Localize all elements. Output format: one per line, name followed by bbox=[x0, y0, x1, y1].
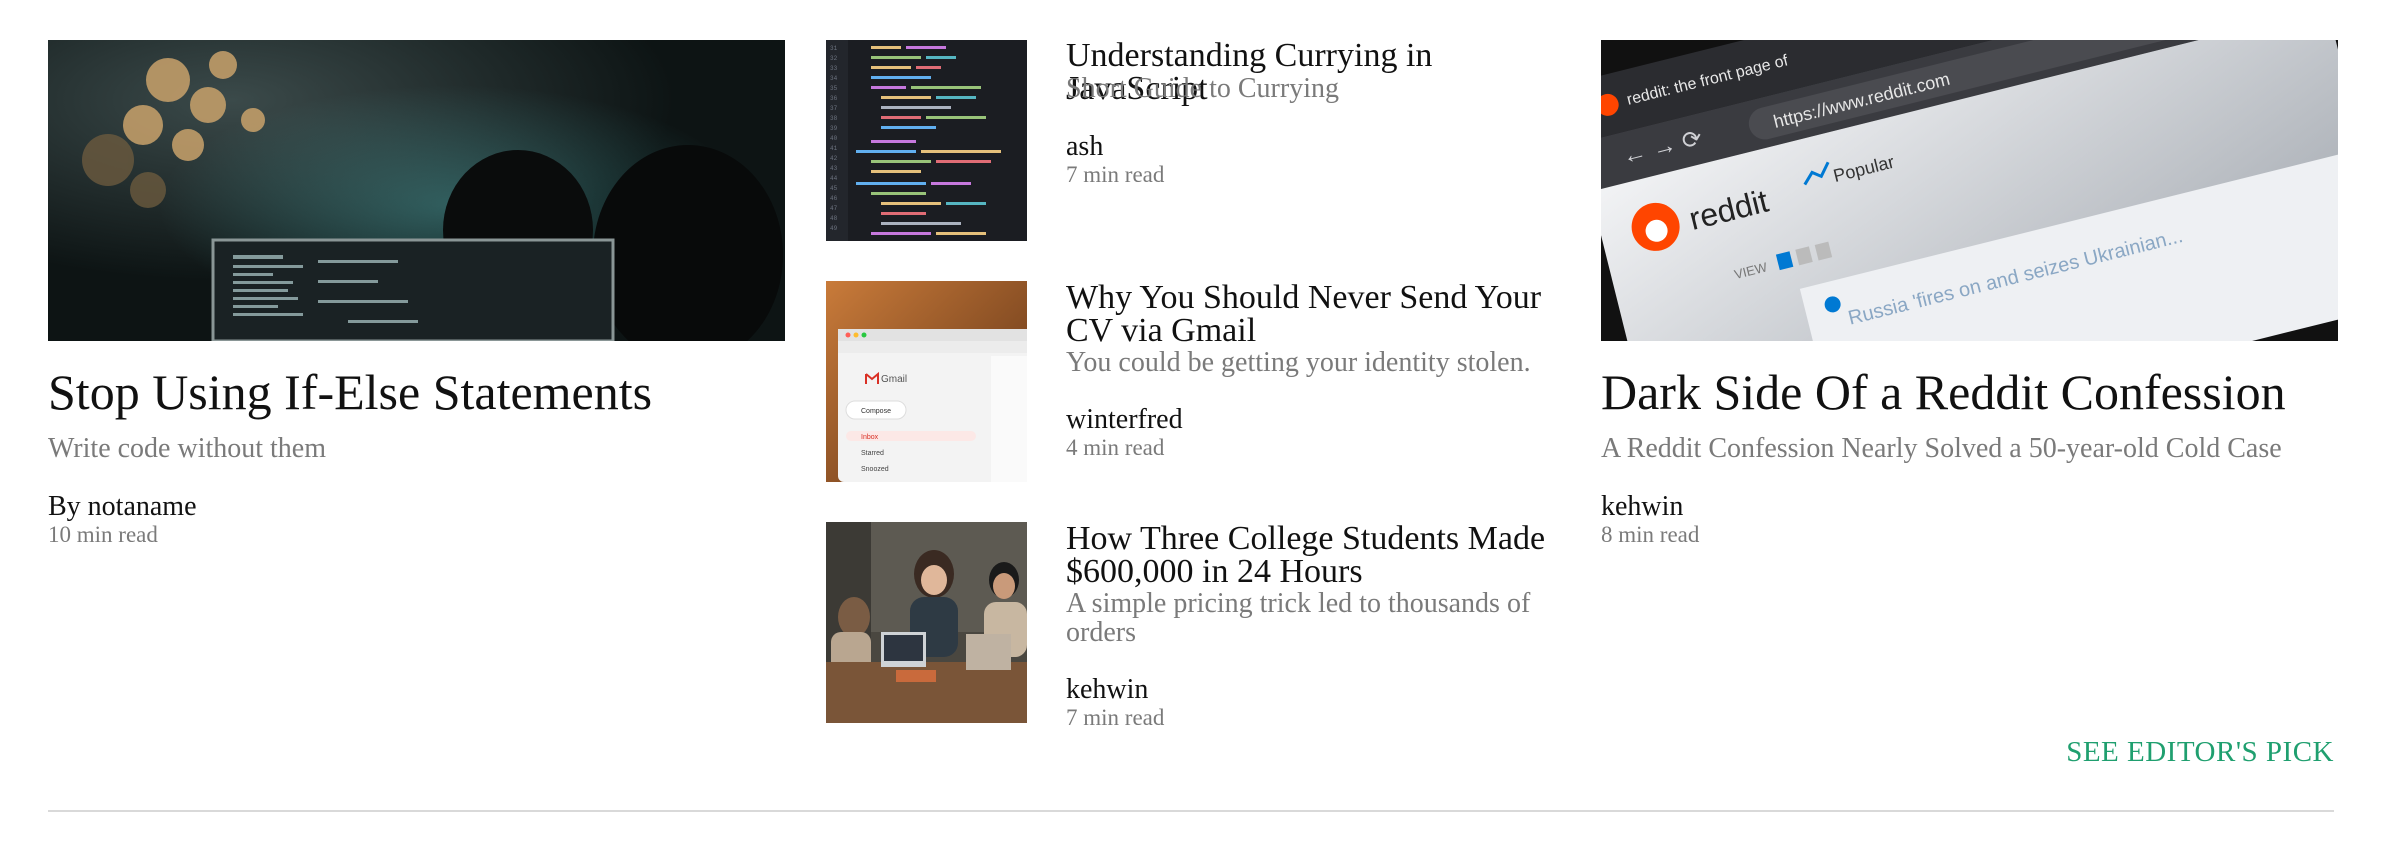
svg-text:47: 47 bbox=[830, 205, 838, 212]
list-item-1-image[interactable]: 31 32 33 34 35 36 37 38 39 40 41 42 43 44 45 46 47 48… bbox=[826, 40, 1027, 241]
gmail-text: Gmail bbox=[881, 374, 907, 385]
svg-text:49: 49 bbox=[830, 225, 838, 232]
svg-text:46: 46 bbox=[830, 195, 838, 202]
see-editors-pick-link[interactable]: SEE EDITOR'S PICK bbox=[2066, 736, 2334, 769]
svg-text:Starred: Starred bbox=[861, 450, 884, 457]
featured-left-subtitle: Write code without them bbox=[48, 433, 327, 464]
featured-right-read-time: 8 min read bbox=[1601, 522, 1700, 547]
list-item-2-title[interactable]: Why You Should Never Send Your CV via Gm… bbox=[1066, 281, 1566, 348]
list-item-2-author[interactable]: winterfred bbox=[1066, 404, 1183, 436]
svg-text:41: 41 bbox=[830, 145, 838, 152]
svg-text:38: 38 bbox=[830, 115, 838, 122]
featured-left-title[interactable]: Stop Using If-Else Statements bbox=[48, 363, 652, 421]
svg-text:34: 34 bbox=[830, 75, 838, 82]
svg-text:48: 48 bbox=[830, 215, 838, 222]
featured-left-author[interactable]: By notaname bbox=[48, 491, 197, 523]
svg-text:31: 31 bbox=[830, 45, 838, 52]
svg-text:32: 32 bbox=[830, 55, 838, 62]
list-item-3-image[interactable] bbox=[826, 522, 1027, 723]
svg-text:45: 45 bbox=[830, 185, 838, 192]
featured-right-author[interactable]: kehwin bbox=[1601, 491, 1683, 523]
list-item-3-author[interactable]: kehwin bbox=[1066, 674, 1148, 706]
svg-text:39: 39 bbox=[830, 125, 838, 132]
section-divider bbox=[48, 810, 2334, 812]
svg-text:40: 40 bbox=[830, 135, 838, 142]
svg-text:44: 44 bbox=[830, 175, 838, 182]
list-item-1-author[interactable]: ash bbox=[1066, 131, 1103, 163]
featured-left-read-time: 10 min read bbox=[48, 522, 158, 547]
svg-text:Inbox: Inbox bbox=[861, 434, 879, 441]
list-item-3-title[interactable]: How Three College Students Made $600,000… bbox=[1066, 522, 1566, 589]
list-item-1-subtitle: Short Guide to Currying bbox=[1066, 73, 1339, 104]
list-item-2-subtitle: You could be getting your identity stole… bbox=[1066, 347, 1531, 378]
featured-left-image[interactable] bbox=[48, 40, 785, 341]
list-item-3-read-time: 7 min read bbox=[1066, 705, 1165, 730]
svg-text:35: 35 bbox=[830, 85, 838, 92]
svg-text:37: 37 bbox=[830, 105, 838, 112]
list-item-3-subtitle: A simple pricing trick led to thousands … bbox=[1066, 588, 1531, 648]
list-item-2-image[interactable]: Gmail Compose Inbox Starred Snoozed bbox=[826, 281, 1027, 482]
featured-right-image[interactable]: reddit: the front page of ← → ⟳ https://… bbox=[1601, 40, 2338, 341]
list-item-2-read-time: 4 min read bbox=[1066, 435, 1165, 460]
svg-text:42: 42 bbox=[830, 155, 838, 162]
svg-text:33: 33 bbox=[830, 65, 838, 72]
svg-text:Compose: Compose bbox=[861, 408, 891, 415]
svg-text:43: 43 bbox=[830, 165, 838, 172]
featured-right-subtitle: A Reddit Confession Nearly Solved a 50-y… bbox=[1601, 433, 2282, 464]
list-item-1-read-time: 7 min read bbox=[1066, 162, 1165, 187]
svg-text:Snoozed: Snoozed bbox=[861, 466, 889, 473]
svg-text:36: 36 bbox=[830, 95, 838, 102]
featured-right-title[interactable]: Dark Side Of a Reddit Confession bbox=[1601, 363, 2286, 421]
